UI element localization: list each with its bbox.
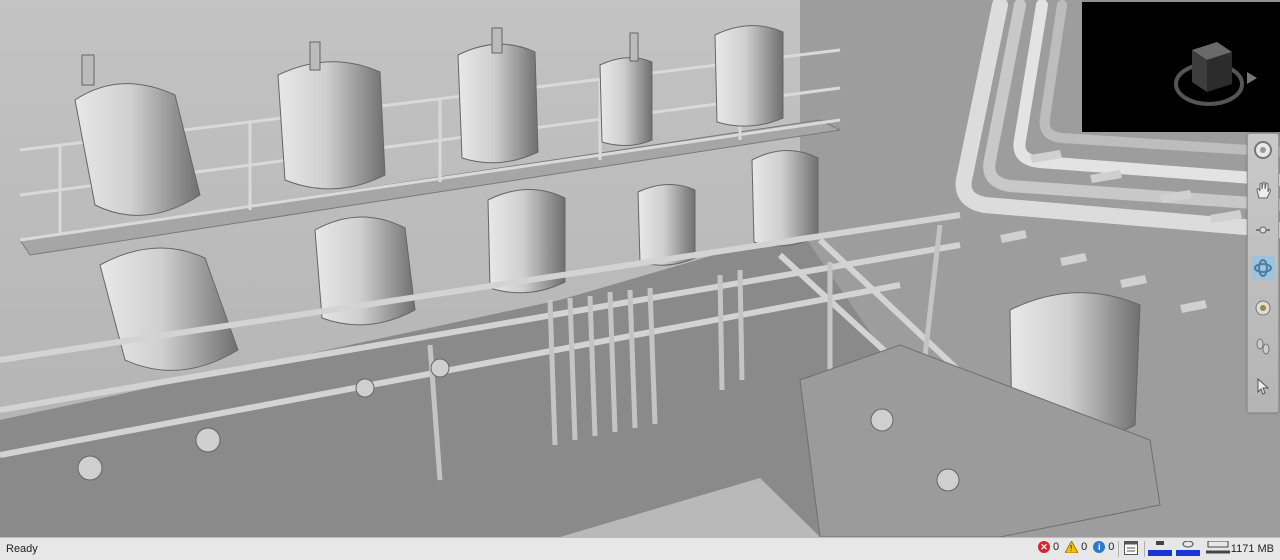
warnings-count: 0 xyxy=(1081,541,1088,553)
message-counters[interactable]: ✕ 0 ! 0 i 0 xyxy=(1038,541,1120,553)
error-icon[interactable]: ✕ xyxy=(1038,541,1050,553)
info-count: 0 xyxy=(1108,541,1115,553)
panel-icon[interactable] xyxy=(1124,541,1138,555)
navigation-bar xyxy=(1247,133,1279,413)
warning-icon[interactable]: ! xyxy=(1065,541,1079,553)
zoom-icon[interactable] xyxy=(1251,218,1275,242)
tank-9 xyxy=(637,184,696,266)
viewcube-icon[interactable] xyxy=(1082,2,1280,132)
steering-wheel-icon[interactable] xyxy=(1251,138,1275,162)
info-icon[interactable]: i xyxy=(1093,541,1106,553)
errors-count: 0 xyxy=(1053,541,1060,553)
select-icon[interactable] xyxy=(1251,374,1275,398)
tank-10 xyxy=(751,149,819,247)
memory-usage: 1171 MB xyxy=(1230,543,1274,555)
3d-viewport[interactable] xyxy=(0,0,1280,537)
viewcube[interactable] xyxy=(1082,2,1280,132)
separator xyxy=(1144,541,1145,557)
svg-text:!: ! xyxy=(1070,544,1072,553)
network-icon xyxy=(1206,541,1230,557)
pan-hand-icon[interactable] xyxy=(1251,178,1275,202)
tank-5 xyxy=(714,25,784,127)
memory-icon xyxy=(1176,541,1200,557)
status-bar: Ready ✕ 0 ! 0 i 0 1171 MB xyxy=(0,537,1280,560)
orbit-icon[interactable] xyxy=(1251,256,1275,280)
separator xyxy=(1118,541,1119,557)
look-icon[interactable] xyxy=(1251,296,1275,320)
progress-icon xyxy=(1148,541,1172,557)
walk-icon[interactable] xyxy=(1251,334,1275,358)
status-text: Ready xyxy=(6,543,38,555)
